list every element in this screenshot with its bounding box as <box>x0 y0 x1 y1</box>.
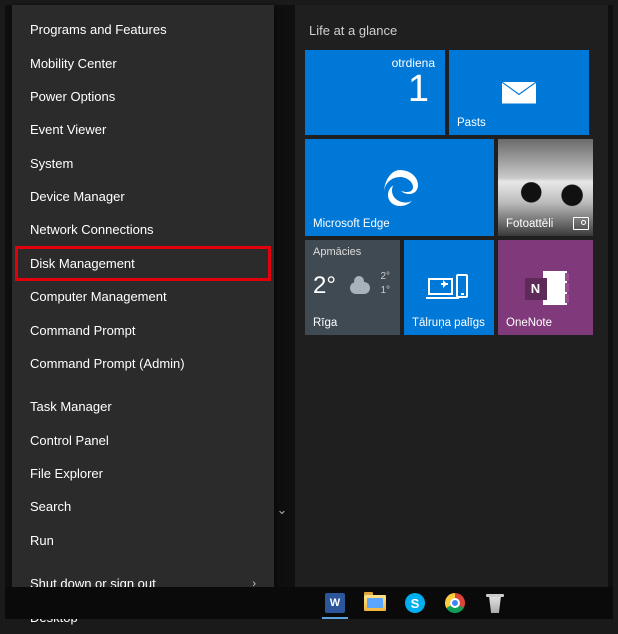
menu-item-label: Network Connections <box>30 222 154 237</box>
menu-item-label: Programs and Features <box>30 22 167 37</box>
taskbar-skype[interactable]: S <box>400 591 430 615</box>
weather-range: 2° 1° <box>380 270 390 298</box>
calendar-date: 1 <box>408 68 429 111</box>
winx-item-system[interactable]: System <box>12 147 274 180</box>
winx-item-control-panel[interactable]: Control Panel <box>12 424 274 457</box>
tile-grid: otrdiena 1 Pasts Microsoft Edge <box>305 50 598 335</box>
onenote-icon: N <box>498 240 593 335</box>
chevron-down-icon[interactable]: ⌄ <box>275 501 289 519</box>
folder-icon <box>364 595 386 611</box>
phone-icon <box>404 240 494 335</box>
menu-item-label: Disk Management <box>30 256 135 271</box>
winx-item-disk-management[interactable]: Disk Management <box>16 247 270 280</box>
winx-item-file-explorer[interactable]: File Explorer <box>12 457 274 490</box>
menu-item-label: System <box>30 156 73 171</box>
phone-companion-tile[interactable]: Tālruņa palīgs <box>404 240 494 335</box>
mail-tile[interactable]: Pasts <box>449 50 589 135</box>
edge-tile[interactable]: Microsoft Edge <box>305 139 494 236</box>
menu-item-label: Mobility Center <box>30 56 117 71</box>
menu-item-label: File Explorer <box>30 466 103 481</box>
menu-item-label: Search <box>30 499 71 514</box>
mail-icon <box>449 50 589 135</box>
menu-item-label: Task Manager <box>30 399 112 414</box>
onenote-tile[interactable]: N OneNote <box>498 240 593 335</box>
winx-item-network-connections[interactable]: Network Connections <box>12 213 274 246</box>
weather-tile[interactable]: Apmācies 2° 2° 1° Rīga <box>305 240 400 335</box>
winx-item-computer-management[interactable]: Computer Management <box>12 280 274 313</box>
desktop-area: Life at a glance otrdiena 1 Pasts <box>5 5 613 619</box>
winx-item-power-options[interactable]: Power Options <box>12 80 274 113</box>
taskbar-file-explorer[interactable] <box>360 591 390 615</box>
menu-item-label: Device Manager <box>30 189 125 204</box>
winx-item-task-manager[interactable]: Task Manager <box>12 390 274 423</box>
recycle-icon <box>485 593 505 613</box>
taskbar: W S <box>5 587 613 619</box>
tile-label: Fotoattēli <box>506 218 585 230</box>
winx-item-device-manager[interactable]: Device Manager <box>12 180 274 213</box>
weather-city: Rīga <box>313 317 392 329</box>
menu-item-label: Computer Management <box>30 289 167 304</box>
winx-item-command-prompt-admin-[interactable]: Command Prompt (Admin) <box>12 347 274 380</box>
menu-item-label: Power Options <box>30 89 115 104</box>
winx-item-event-viewer[interactable]: Event Viewer <box>12 113 274 146</box>
taskbar-chrome[interactable] <box>440 591 470 615</box>
menu-item-label: Control Panel <box>30 433 109 448</box>
menu-item-label: Event Viewer <box>30 122 106 137</box>
winx-menu: Programs and Features Mobility Center Powe… <box>12 5 274 596</box>
winx-item-mobility-center[interactable]: Mobility Center <box>12 46 274 79</box>
winx-item-search[interactable]: Search <box>12 490 274 523</box>
start-panel: Life at a glance otrdiena 1 Pasts <box>295 5 608 596</box>
taskbar-word[interactable]: W <box>320 591 350 615</box>
edge-icon <box>305 139 494 236</box>
photos-tile[interactable]: Fotoattēli <box>498 139 593 236</box>
weather-condition: Apmācies <box>313 246 361 258</box>
menu-item-label: Command Prompt (Admin) <box>30 356 185 371</box>
winx-item-run[interactable]: Run <box>12 524 274 557</box>
calendar-tile[interactable]: otrdiena 1 <box>305 50 445 135</box>
winx-item-command-prompt[interactable]: Command Prompt <box>12 313 274 346</box>
menu-item-label: Run <box>30 533 54 548</box>
menu-item-label: Command Prompt <box>30 323 135 338</box>
weather-temp: 2° <box>313 272 336 300</box>
cloud-icon <box>350 282 370 294</box>
taskbar-recycle-bin[interactable] <box>480 591 510 615</box>
section-title: Life at a glance <box>305 15 598 50</box>
winx-item-programs-and-features[interactable]: Programs and Features <box>12 13 274 46</box>
chrome-icon <box>445 593 465 613</box>
